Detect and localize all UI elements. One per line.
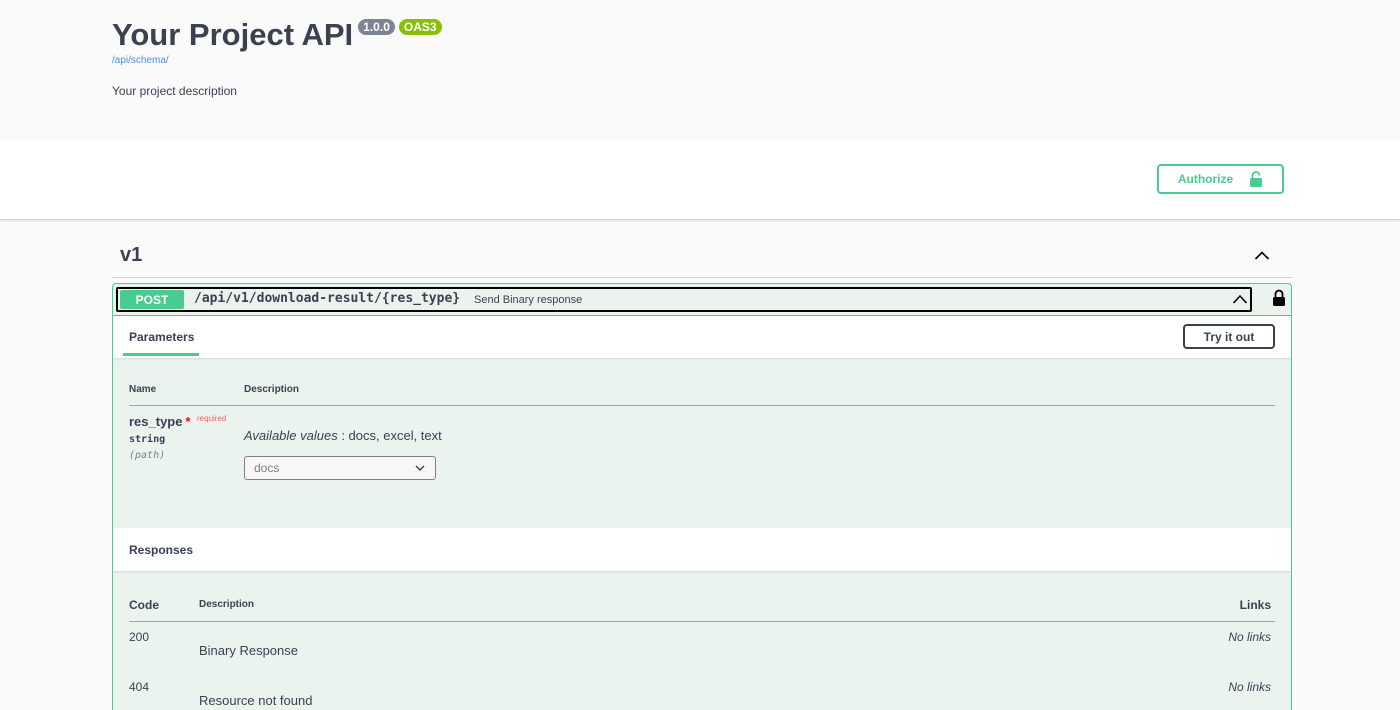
chevron-down-icon xyxy=(415,465,425,471)
scheme-bar: Authorize xyxy=(0,139,1400,220)
response-header-divider xyxy=(129,621,1275,622)
api-title: Your Project API xyxy=(112,17,354,52)
chevron-up-icon[interactable] xyxy=(1254,248,1270,264)
chevron-up-icon[interactable] xyxy=(1232,291,1248,307)
schema-link[interactable]: /api/schema/ xyxy=(112,55,169,66)
title-row: Your Project API 1.0.0 OAS3 xyxy=(112,16,442,54)
param-location: (path) xyxy=(129,450,166,461)
response-links: No links xyxy=(1228,630,1271,644)
parameters-header: Parameters Try it out xyxy=(113,316,1291,358)
param-type: string xyxy=(129,434,166,445)
locked-padlock-icon[interactable] xyxy=(1272,289,1286,306)
response-code: 404 xyxy=(129,680,150,694)
tag-name: v1 xyxy=(120,244,143,266)
required-label: required xyxy=(197,414,227,423)
authorize-label: Authorize xyxy=(1177,172,1234,186)
authorize-button[interactable]: Authorize xyxy=(1157,164,1284,194)
unlocked-padlock-icon xyxy=(1250,171,1263,187)
try-it-out-button[interactable]: Try it out xyxy=(1183,324,1275,349)
select-value: docs xyxy=(254,461,280,475)
response-links: No links xyxy=(1228,680,1271,694)
tab-underline xyxy=(123,353,199,356)
param-name: res_type * xyxy=(129,414,191,429)
available-values: : docs, excel, text xyxy=(337,428,442,443)
tab-parameters[interactable]: Parameters xyxy=(129,330,194,355)
response-description: Binary Response xyxy=(199,643,298,658)
responses-title: Responses xyxy=(129,543,194,557)
response-description: Resource not found xyxy=(199,693,313,708)
response-col-links: Links xyxy=(1239,598,1271,612)
response-code: 200 xyxy=(129,630,150,644)
version-badge: 1.0.0 xyxy=(358,19,395,35)
op-summary-control[interactable]: POST /api/v1/download-result/{res_type} … xyxy=(116,287,1252,312)
oas-badge: OAS3 xyxy=(398,19,442,35)
param-name-text: res_type xyxy=(129,414,183,429)
endpoint-path: /api/v1/download-result/{res_type} xyxy=(194,291,461,306)
param-col-name: Name xyxy=(129,384,157,395)
param-header-divider xyxy=(129,405,1275,406)
required-star: * xyxy=(185,414,191,429)
response-col-description: Description xyxy=(199,599,255,610)
param-col-description: Description xyxy=(244,384,300,395)
res-type-select[interactable]: docs xyxy=(244,456,436,480)
response-col-code: Code xyxy=(129,598,159,612)
op-summary-text: Send Binary response xyxy=(474,294,583,306)
available-values-label: Available values xyxy=(244,428,338,443)
info-section: Your Project API 1.0.0 OAS3 /api/schema/… xyxy=(0,0,1400,139)
responses-header: Responses xyxy=(113,528,1291,571)
param-description: Available values : docs, excel, text xyxy=(244,428,442,443)
opblock-post: POST /api/v1/download-result/{res_type} … xyxy=(112,283,1292,710)
api-description: Your project description xyxy=(112,84,237,98)
op-summary[interactable]: POST /api/v1/download-result/{res_type} … xyxy=(113,284,1291,316)
tag-header[interactable]: v1 xyxy=(112,236,1292,278)
method-badge: POST xyxy=(120,290,184,309)
